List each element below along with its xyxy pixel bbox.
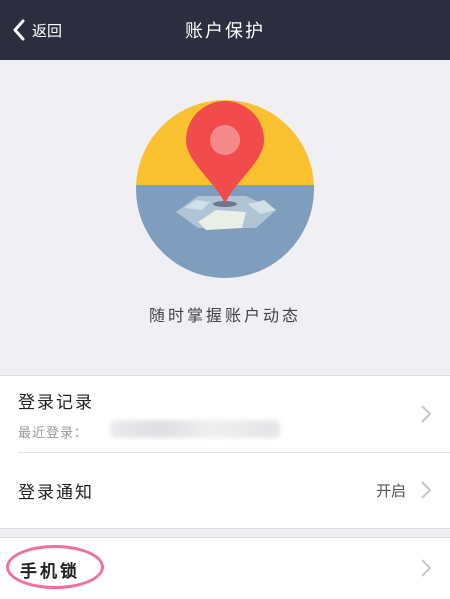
- last-login-label: 最近登录：: [18, 426, 89, 441]
- login-notify-value: 开启: [375, 482, 406, 500]
- chevron-right-icon: [421, 559, 432, 577]
- hero-section: 随时掌握账户动态: [0, 60, 450, 375]
- hero-caption: 随时掌握账户动态: [148, 306, 301, 325]
- chevron-right-icon: [421, 405, 432, 423]
- login-records-label: 登录记录: [18, 393, 94, 413]
- location-pin-illustration: [136, 100, 314, 278]
- page-title: 账户保护: [185, 21, 265, 42]
- login-notify-item[interactable]: 登录通知 开启: [0, 452, 450, 528]
- highlight-circle: [6, 545, 104, 589]
- phone-lock-item[interactable]: 手机锁: [0, 537, 450, 599]
- settings-group: 登录记录 最近登录： 登录通知 开启: [0, 375, 450, 529]
- chevron-right-icon: [421, 481, 432, 499]
- login-notify-label: 登录通知: [18, 483, 94, 503]
- login-records-item[interactable]: 登录记录 最近登录：: [0, 376, 450, 452]
- navigation-bar: 返回 账户保护: [0, 0, 450, 60]
- blurred-login-info: [110, 420, 280, 438]
